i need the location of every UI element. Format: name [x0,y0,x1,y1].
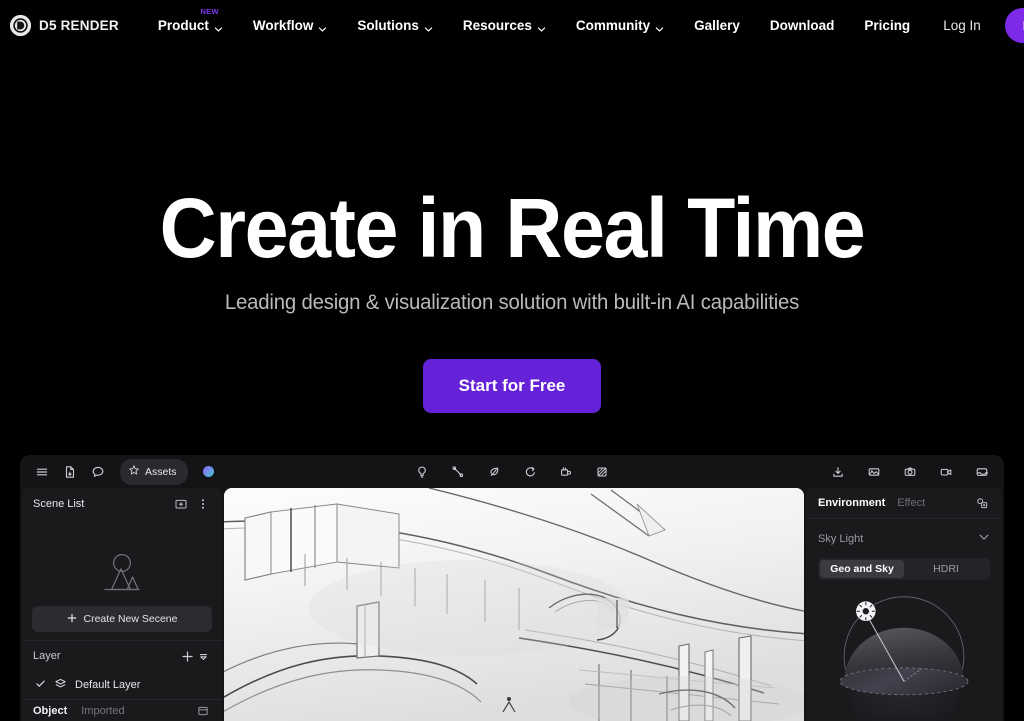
nav-item-label: Gallery [694,17,740,33]
scene-list-title: Scene List [33,498,85,510]
weather-icon[interactable] [518,460,542,484]
nav-item-label: Solutions [357,17,419,33]
nav-item-label: Product [157,17,209,33]
output-icon[interactable] [970,460,994,484]
collapse-layers-icon[interactable] [195,648,211,664]
file-import-icon[interactable] [58,460,82,484]
tab-effect[interactable]: Effect [897,497,925,509]
more-vertical-icon[interactable] [195,496,211,512]
object-tabs: Object Imported [22,699,222,721]
login-link[interactable]: Log In [925,18,999,33]
app-window-preview: Assets Scene List Create New Secene Laye… [20,455,1004,721]
nav-item-label: Pricing [864,17,911,33]
animation-icon[interactable] [554,460,578,484]
layers-icon [54,677,67,693]
layer-section: Layer Default Layer [22,640,222,699]
nav-item-solutions[interactable]: Solutions [342,0,448,50]
environment-header: Environment Effect [806,488,1002,519]
vegetation-icon[interactable] [482,460,506,484]
render-grid-icon[interactable] [590,460,614,484]
chevron-down-icon [318,22,327,32]
measure-icon[interactable] [446,460,470,484]
scene-list-empty-state: Create New Secene [22,520,222,640]
free-download-button[interactable]: Free Download [1004,7,1024,43]
nav-right-group: Log In Free Download [925,7,1024,43]
menu-icon[interactable] [30,460,54,484]
layer-title: Layer [33,650,61,662]
layer-header: Layer [22,641,222,671]
check-icon[interactable] [35,678,46,692]
top-navigation-bar: D5 RENDER Product NEW Workflow Solutions… [0,0,1024,50]
d5-logo-icon [10,14,31,36]
add-scene-icon[interactable] [173,496,189,512]
export-icon[interactable] [826,460,850,484]
video-icon[interactable] [934,460,958,484]
sky-light-label: Sky Light [818,533,864,545]
panel-toggle-icon[interactable] [195,703,211,719]
hero-section: Create in Real Time Leading design & vis… [0,50,1024,413]
chevron-down-icon[interactable] [978,530,990,548]
start-for-free-button[interactable]: Start for Free [422,358,602,413]
sky-light-section[interactable]: Sky Light [806,524,1002,554]
toolbar-left-group: Assets [30,458,214,485]
add-layer-icon[interactable] [179,648,195,664]
nav-links: Product NEW Workflow Solutions Resources [143,0,925,50]
avatar[interactable] [202,466,214,477]
environment-preset-icon[interactable] [974,495,990,511]
create-new-scene-button[interactable]: Create New Secene [32,606,212,632]
nav-item-label: Workflow [252,17,314,33]
layer-item-label: Default Layer [75,679,141,691]
nav-item-workflow[interactable]: Workflow [238,0,343,50]
sky-dome-widget[interactable] [806,586,1002,721]
scene-list-panel: Scene List Create New Secene Layer Defau… [22,488,222,721]
toolbar-right-group [826,460,994,484]
tab-imported[interactable]: Imported [81,705,124,717]
environment-panel: Environment Effect Sky Light Geo and Sky… [806,488,1002,721]
tab-object[interactable]: Object [33,705,67,717]
chevron-down-icon [537,22,546,32]
nav-item-community[interactable]: Community [561,0,679,50]
chevron-down-icon [655,22,664,32]
segment-hdri[interactable]: HDRI [904,560,988,578]
hero-subtitle: Leading design & visualization solution … [224,290,800,314]
assets-label: Assets [145,465,177,478]
create-new-scene-label: Create New Secene [83,613,178,625]
panorama-icon[interactable] [862,460,886,484]
light-icon[interactable] [410,460,434,484]
brand[interactable]: D5 RENDER [10,14,119,36]
scene-list-header: Scene List [22,488,222,520]
tab-environment[interactable]: Environment [818,497,885,509]
viewport-model [224,488,804,721]
nav-item-resources[interactable]: Resources [448,0,561,50]
brand-name: D5 RENDER [39,17,119,33]
page-title: Create in Real Time [159,181,866,275]
chevron-down-icon [214,22,223,32]
mountain-photo-icon [97,552,147,601]
new-badge: NEW [200,7,219,16]
nav-item-pricing[interactable]: Pricing [849,0,925,50]
app-toolbar: Assets [20,455,1004,488]
app-body: Scene List Create New Secene Layer Defau… [20,488,1004,721]
assets-button[interactable]: Assets [120,458,188,485]
nav-item-gallery[interactable]: Gallery [679,0,755,50]
plus-icon [67,613,77,626]
nav-item-label: Community [575,17,651,33]
chat-icon[interactable] [86,460,110,484]
list-item[interactable]: Default Layer [22,671,222,699]
photo-icon[interactable] [898,460,922,484]
assets-star-icon [128,463,140,481]
nav-item-download[interactable]: Download [755,0,850,50]
viewport-3d[interactable] [224,488,804,721]
toolbar-center-group [410,460,614,484]
segment-geo-and-sky[interactable]: Geo and Sky [820,560,904,578]
nav-item-label: Resources [462,17,532,33]
chevron-down-icon [424,22,433,32]
nav-item-label: Download [769,17,835,33]
sky-source-segmented-control: Geo and Sky HDRI [818,558,990,580]
nav-item-product[interactable]: Product NEW [143,0,238,50]
